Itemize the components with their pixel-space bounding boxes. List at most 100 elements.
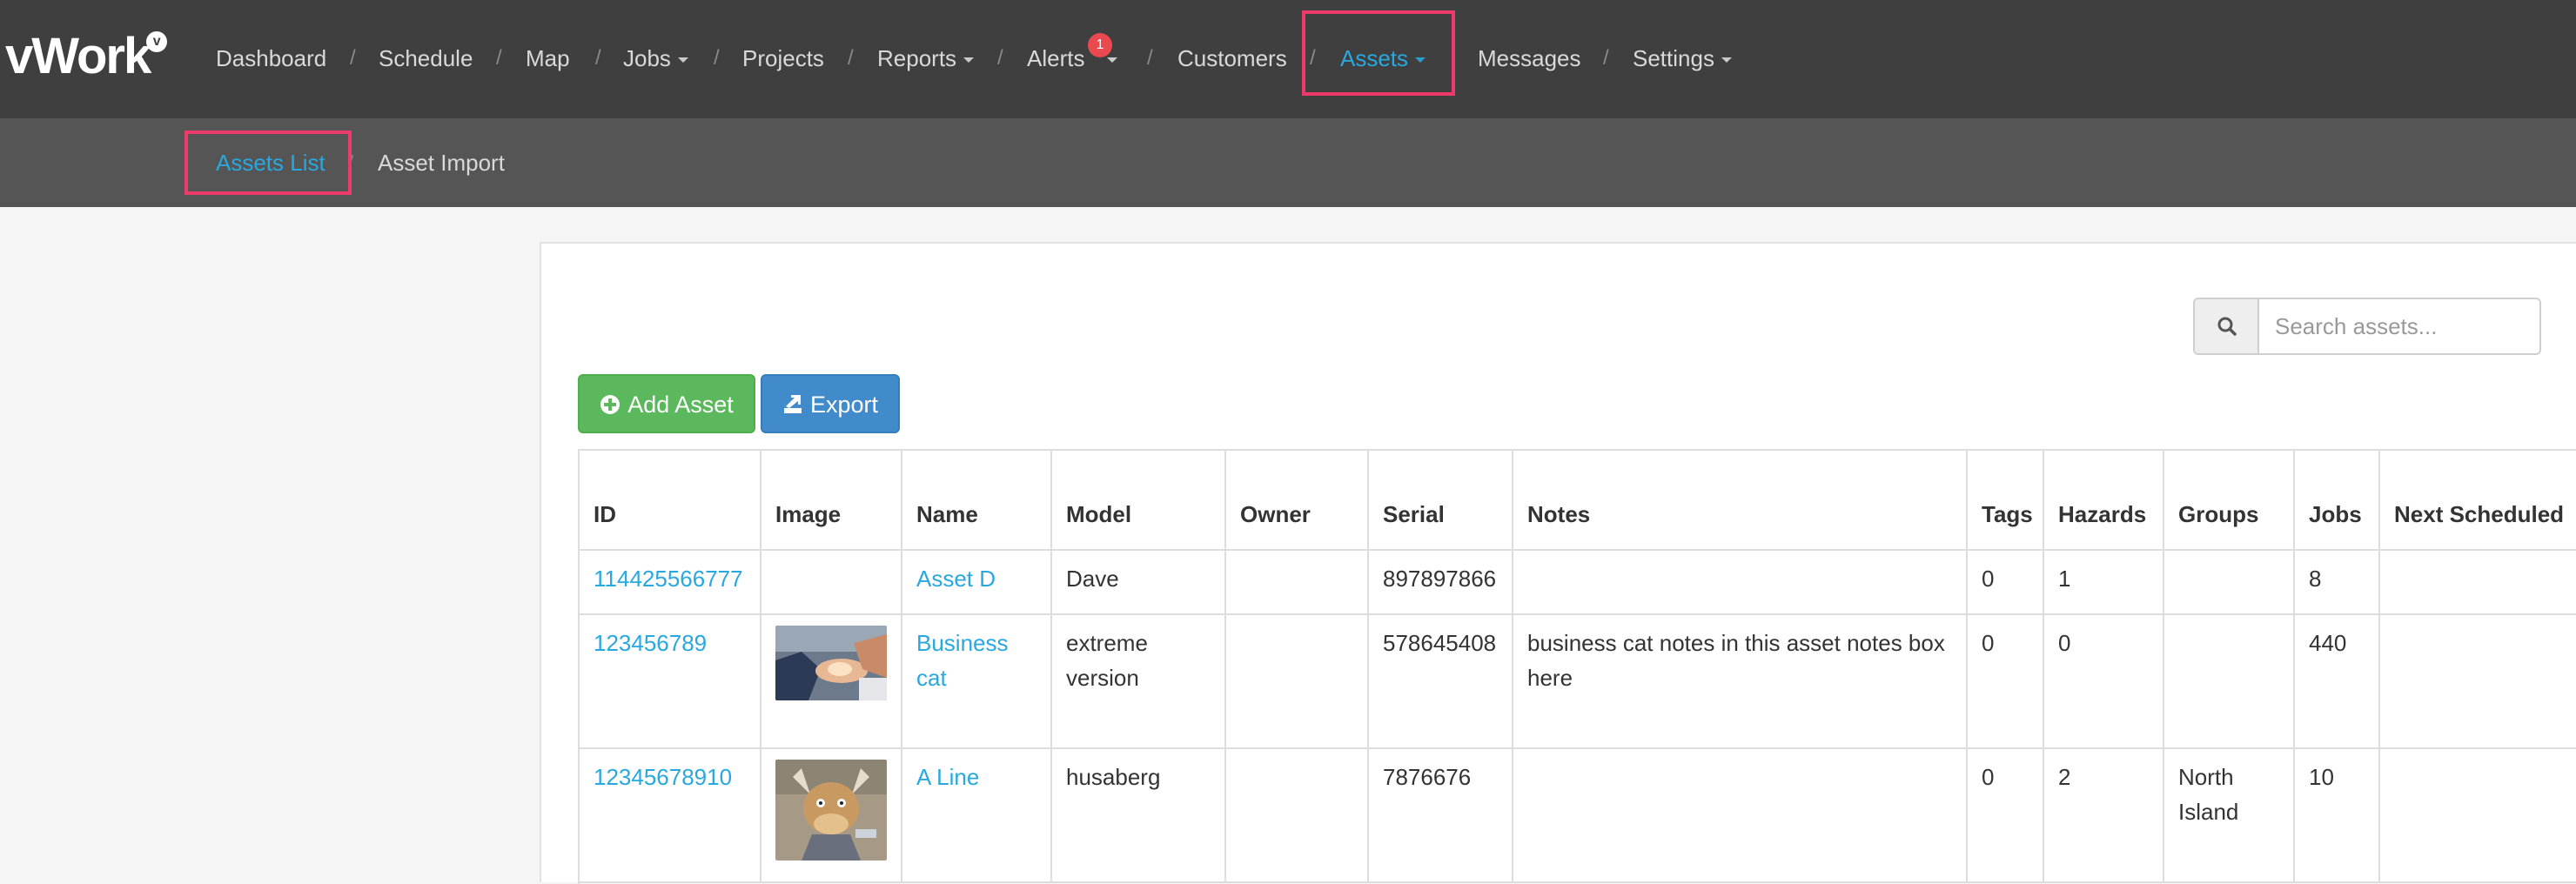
asset-hazards: 2 — [2043, 748, 2164, 883]
nav-projects[interactable]: Projects — [742, 0, 824, 118]
subnav-assets-list[interactable]: Assets List — [216, 118, 325, 207]
col-header-id[interactable]: ID — [580, 451, 761, 551]
asset-next-scheduled — [2379, 748, 2576, 883]
nav-customers-label: Customers — [1177, 45, 1287, 71]
brand-name: vWork — [5, 28, 151, 84]
vwork-logo[interactable]: vWork v — [5, 26, 168, 87]
col-header-notes[interactable]: Notes — [1513, 451, 1968, 551]
nav-separator: / — [997, 46, 1003, 70]
col-header-hazards[interactable]: Hazards — [2043, 451, 2164, 551]
asset-jobs: 440 — [2294, 614, 2380, 749]
export-label: Export — [809, 392, 879, 418]
asset-serial: 897897866 — [1368, 550, 1513, 615]
nav-alerts[interactable]: Alerts — [1027, 0, 1118, 118]
nav-messages-label: Messages — [1478, 45, 1581, 71]
col-header-image[interactable]: Image — [761, 451, 902, 551]
col-header-name[interactable]: Name — [902, 451, 1052, 551]
nav-reports[interactable]: Reports — [877, 0, 975, 118]
asset-id-link[interactable]: 12345678910 — [594, 764, 732, 790]
col-header-owner[interactable]: Owner — [1225, 451, 1369, 551]
asset-image-cell — [761, 550, 902, 615]
chevron-down-icon — [1721, 57, 1732, 64]
chevron-down-icon — [1415, 57, 1426, 64]
subnav-asset-import-label: Asset Import — [378, 150, 505, 176]
asset-owner — [1225, 748, 1369, 883]
subnav-assets-list-label: Assets List — [216, 150, 325, 176]
asset-groups — [2163, 614, 2295, 749]
nav-dashboard-label: Dashboard — [216, 45, 327, 71]
export-icon — [783, 394, 802, 413]
nav-schedule[interactable]: Schedule — [379, 0, 473, 118]
asset-name-link[interactable]: A Line — [916, 764, 979, 790]
plus-circle-icon — [600, 394, 621, 414]
asset-owner — [1225, 614, 1369, 749]
nav-assets[interactable]: Assets — [1340, 0, 1426, 118]
top-navbar: vWork v Dashboard / Schedule / Map / Job… — [0, 0, 2576, 118]
nav-schedule-label: Schedule — [379, 45, 473, 71]
subnav-asset-import[interactable]: Asset Import — [378, 118, 505, 207]
col-header-model[interactable]: Model — [1051, 451, 1226, 551]
asset-tags: 0 — [1967, 748, 2044, 883]
asset-thumbnail-a-line[interactable] — [775, 760, 887, 861]
col-header-tags[interactable]: Tags — [1967, 451, 2044, 551]
export-button[interactable]: Export — [761, 374, 900, 433]
table-row[interactable]: 114425566777 Asset D Dave 897897866 0 1 … — [580, 550, 2576, 615]
nav-map-label: Map — [526, 45, 570, 71]
nav-reports-label: Reports — [877, 45, 957, 71]
asset-groups: North Island — [2163, 748, 2295, 883]
sub-navbar: Assets List / Asset Import — [0, 118, 2576, 207]
alerts-count-badge: 1 — [1088, 33, 1112, 57]
search-input[interactable] — [2261, 299, 2539, 353]
nav-settings-label: Settings — [1633, 45, 1714, 71]
search-icon — [2217, 317, 2237, 336]
add-asset-label: Add Asset — [627, 392, 734, 418]
assets-table: ID Image Name Model Owner Serial Notes T… — [580, 451, 2576, 883]
asset-hazards: 0 — [2043, 614, 2164, 749]
col-header-groups[interactable]: Groups — [2163, 451, 2295, 551]
asset-notes — [1513, 748, 1968, 883]
table-row[interactable]: 123456789 Business cat extreme version 5… — [580, 614, 2576, 749]
asset-next-scheduled — [2379, 614, 2576, 749]
add-asset-button[interactable]: Add Asset — [578, 374, 755, 433]
search-button[interactable] — [2195, 299, 2259, 353]
nav-separator: / — [1310, 46, 1316, 70]
nav-messages[interactable]: Messages — [1478, 0, 1581, 118]
asset-notes — [1513, 550, 1968, 615]
nav-separator: / — [848, 46, 854, 70]
nav-customers[interactable]: Customers — [1177, 0, 1287, 118]
nav-dashboard[interactable]: Dashboard — [216, 0, 326, 118]
asset-id-link[interactable]: 123456789 — [594, 630, 707, 656]
nav-jobs[interactable]: Jobs — [623, 0, 688, 118]
assets-panel: Add Asset Export ID Image Name Model Own… — [540, 242, 2576, 884]
asset-jobs: 8 — [2294, 550, 2380, 615]
asset-serial: 578645408 — [1368, 614, 1513, 749]
nav-separator: / — [496, 46, 502, 70]
nav-separator: / — [595, 46, 601, 70]
asset-owner — [1225, 550, 1369, 615]
col-header-jobs[interactable]: Jobs — [2294, 451, 2380, 551]
table-row[interactable]: 12345678910 A Line husaberg 7876676 0 2 … — [580, 748, 2576, 883]
nav-separator: / — [714, 46, 720, 70]
chevron-down-icon — [1107, 57, 1118, 64]
nav-assets-label: Assets — [1340, 45, 1409, 71]
nav-separator: / — [350, 46, 356, 70]
nav-settings[interactable]: Settings — [1633, 0, 1732, 118]
asset-jobs: 10 — [2294, 748, 2380, 883]
asset-model: extreme version — [1051, 614, 1226, 749]
asset-name-link[interactable]: Asset D — [916, 566, 996, 592]
chevron-down-icon — [677, 57, 688, 64]
chevron-down-icon — [963, 57, 975, 64]
asset-model: Dave — [1051, 550, 1226, 615]
subnav-separator: / — [348, 151, 354, 173]
nav-separator: / — [1603, 46, 1609, 70]
asset-id-link[interactable]: 114425566777 — [594, 566, 743, 592]
col-header-next-scheduled[interactable]: Next Scheduled — [2379, 451, 2576, 551]
table-header-row: ID Image Name Model Owner Serial Notes T… — [580, 451, 2576, 551]
asset-thumbnail-business-cat[interactable] — [775, 626, 887, 700]
asset-next-scheduled — [2379, 550, 2576, 615]
asset-name-link[interactable]: Business cat — [916, 630, 1009, 691]
asset-model: husaberg — [1051, 748, 1226, 883]
assets-table-wrapper: ID Image Name Model Owner Serial Notes T… — [578, 449, 2576, 884]
nav-map[interactable]: Map — [526, 0, 570, 118]
col-header-serial[interactable]: Serial — [1368, 451, 1513, 551]
